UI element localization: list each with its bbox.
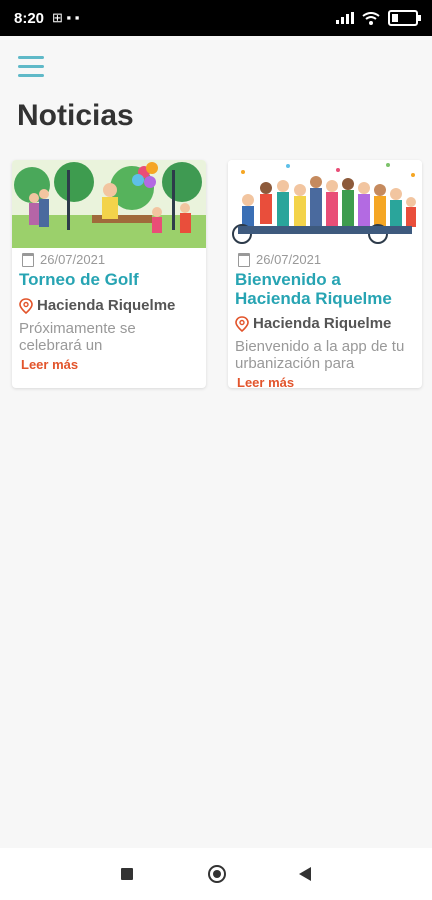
status-time: 8:20 xyxy=(14,10,45,27)
back-button[interactable] xyxy=(299,867,311,881)
news-excerpt: Bienvenido a la app de tu urbanización p… xyxy=(235,338,405,372)
battery-icon xyxy=(388,10,421,26)
news-date: 26/07/2021 xyxy=(22,252,105,267)
news-date-text: 26/07/2021 xyxy=(40,252,106,267)
news-title: Bienvenido a Hacienda Riquelme xyxy=(235,270,392,308)
news-date: 26/07/2021 xyxy=(238,252,321,267)
read-more-link[interactable]: Leer más xyxy=(237,375,294,388)
system-nav-bar xyxy=(0,848,432,900)
signal-icon xyxy=(336,12,354,24)
wifi-icon xyxy=(362,11,380,25)
recent-apps-button[interactable] xyxy=(121,868,133,880)
calendar-icon xyxy=(22,252,34,267)
news-location: Hacienda Riquelme xyxy=(19,297,175,314)
hamburger-icon xyxy=(18,56,44,59)
menu-button[interactable] xyxy=(18,56,44,78)
location-pin-icon xyxy=(19,297,33,314)
notification-icons: ⊞ ▪ ▪ xyxy=(52,10,80,25)
news-title: Torneo de Golf xyxy=(19,270,139,289)
news-image-crowd xyxy=(228,160,422,248)
calendar-icon xyxy=(238,252,250,267)
read-more-link[interactable]: Leer más xyxy=(21,357,78,372)
status-bar: 8:20 ⊞ ▪ ▪ xyxy=(0,0,432,36)
news-date-text: 26/07/2021 xyxy=(256,252,322,267)
home-button[interactable] xyxy=(208,865,226,883)
news-image-park xyxy=(12,160,206,248)
news-card[interactable]: 26/07/2021 Bienvenido a Hacienda Riquelm… xyxy=(228,160,422,388)
news-location: Hacienda Riquelme xyxy=(235,315,391,332)
news-excerpt: Próximamente se celebrará un xyxy=(19,320,136,354)
news-card[interactable]: 26/07/2021 Torneo de Golf Hacienda Rique… xyxy=(12,160,206,388)
news-location-text: Hacienda Riquelme xyxy=(37,297,176,314)
news-location-text: Hacienda Riquelme xyxy=(253,315,392,332)
page-title: Noticias xyxy=(17,99,134,132)
status-right-icons xyxy=(336,10,421,26)
location-pin-icon xyxy=(235,315,249,332)
